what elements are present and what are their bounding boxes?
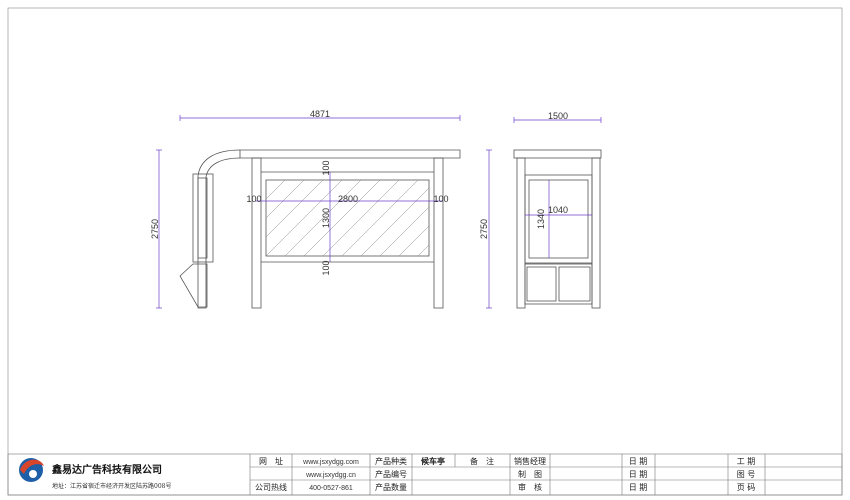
dim-panel-width: 2800	[338, 194, 358, 204]
company-logo	[19, 458, 44, 482]
front-glass-hatch	[265, 179, 430, 257]
side-cabinet-door-left	[526, 266, 557, 302]
dim-margin-left: 100	[246, 194, 261, 204]
front-roof	[239, 149, 461, 159]
date-label-1: 日 期	[629, 457, 648, 466]
product-qty-label: 产品数量	[375, 482, 407, 492]
review-label: 审 核	[518, 482, 542, 492]
hotline-number: 400-0527-861	[309, 485, 353, 492]
dim-overall-length: 4871	[310, 109, 330, 119]
dim-margin-top: 100	[321, 160, 331, 175]
website-1: www.jsxydgg.com	[302, 459, 359, 466]
dim-margin-right: 100	[433, 194, 448, 204]
front-sign-panel	[179, 263, 208, 308]
side-cabinet-door-right	[558, 266, 591, 302]
drawing-no-label: 图 号	[737, 470, 756, 479]
front-right-post	[433, 157, 444, 309]
side-lower-cabinet	[524, 263, 593, 305]
side-left-post	[516, 157, 526, 309]
dim-panel-height: 1300	[321, 208, 331, 228]
hotline-label: 公司热线	[255, 482, 287, 492]
dim-height-front: 2750	[150, 219, 160, 239]
front-dimension-lines	[156, 115, 461, 309]
front-view	[179, 149, 461, 309]
date-label-2: 日 期	[629, 470, 648, 479]
product-type-label: 产品种类	[375, 456, 407, 466]
page-border	[7, 7, 843, 496]
dim-height-side: 2750	[479, 219, 489, 239]
draw-label: 制 图	[518, 469, 542, 479]
company-name: 鑫易达广告科技有限公司	[51, 463, 162, 476]
side-right-post	[591, 157, 601, 309]
dim-side-panel-height: 1340	[536, 209, 546, 229]
page-label: 页 码	[737, 483, 756, 492]
sales-manager-label: 销售经理	[514, 456, 546, 466]
front-side-lightbox	[192, 173, 214, 263]
dim-margin-bottom: 100	[321, 260, 331, 275]
side-roof	[513, 149, 602, 159]
date-label-3: 日 期	[629, 483, 648, 492]
product-code-label: 产品编号	[375, 469, 407, 479]
website-label: 网 址	[259, 456, 283, 466]
front-glass-panel	[265, 179, 430, 257]
shelter-drawing: 4871 1500 2750 2750 2800 1300 100 100 10…	[7, 7, 843, 496]
dim-side-panel-width: 1040	[548, 205, 568, 215]
side-view	[513, 149, 602, 309]
company-address: 地址：江苏省宿迁市经济开发区陆苏路008号	[52, 482, 171, 490]
period-label: 工 期	[737, 457, 756, 466]
dim-side-width: 1500	[548, 111, 568, 121]
website-2: www.jsxydgg.cn	[305, 472, 356, 479]
product-type-value: 候车亭	[421, 456, 445, 466]
remark-label: 备 注	[470, 456, 494, 466]
front-left-post	[251, 157, 262, 309]
